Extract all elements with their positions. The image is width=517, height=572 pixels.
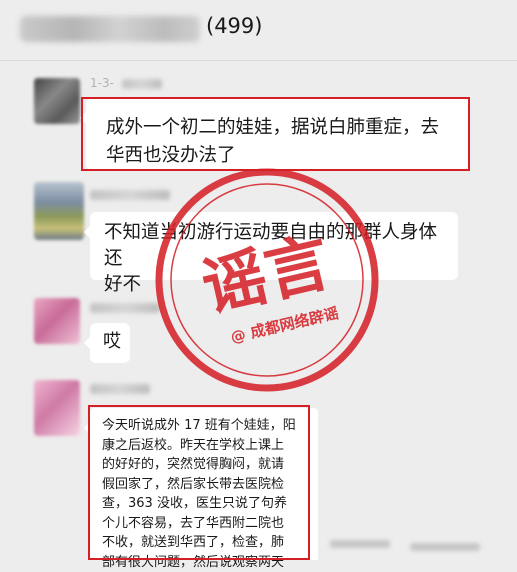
- message-line: 的好好的，突然觉得胸闷，就请: [102, 455, 310, 475]
- avatar[interactable]: [34, 298, 80, 344]
- rumor-stamp: 谣言 @ 成都网络辟谣: [152, 165, 382, 395]
- message-text: 成外一个初二的娃娃，据说白肺重症，去华西也没办法了: [106, 117, 439, 166]
- message-line: 康之后返校。昨天在学校上课上: [102, 436, 310, 456]
- blurred-text: [410, 543, 480, 551]
- avatar[interactable]: [34, 78, 80, 124]
- message-line: 今天听说成外 17 班有个娃娃，阳: [102, 416, 310, 436]
- message-bubble[interactable]: 成外一个初二的娃娃，据说白肺重症，去华西也没办法了: [86, 98, 470, 170]
- message-line: 部有很大问题，然后说观察两天: [102, 553, 310, 572]
- message-line: 个儿不容易，去了华西附二院也: [102, 514, 310, 534]
- sender-name-blurred: [122, 79, 162, 89]
- message-bubble[interactable]: 哎: [90, 323, 130, 363]
- message-text: 哎: [103, 331, 121, 352]
- chat-header: (499): [0, 0, 517, 61]
- message-bubble[interactable]: 今天听说成外 17 班有个娃娃，阳 康之后返校。昨天在学校上课上 的好好的，突然…: [90, 408, 318, 560]
- avatar[interactable]: [34, 380, 80, 436]
- avatar[interactable]: [34, 182, 84, 240]
- message-line: 假回家了，然后家长带去医院检: [102, 475, 310, 495]
- sender-name-blurred: [90, 384, 150, 394]
- sender-name: 1-3-: [90, 76, 114, 90]
- blurred-text: [330, 540, 390, 548]
- sender-name-blurred: [90, 303, 160, 313]
- message-line: 查，363 没收，医生只说了句养: [102, 494, 310, 514]
- group-name-blurred: [20, 16, 200, 42]
- member-count: (499): [206, 14, 262, 38]
- message-line: 不收，就送到华西了，检查，肺: [102, 533, 310, 553]
